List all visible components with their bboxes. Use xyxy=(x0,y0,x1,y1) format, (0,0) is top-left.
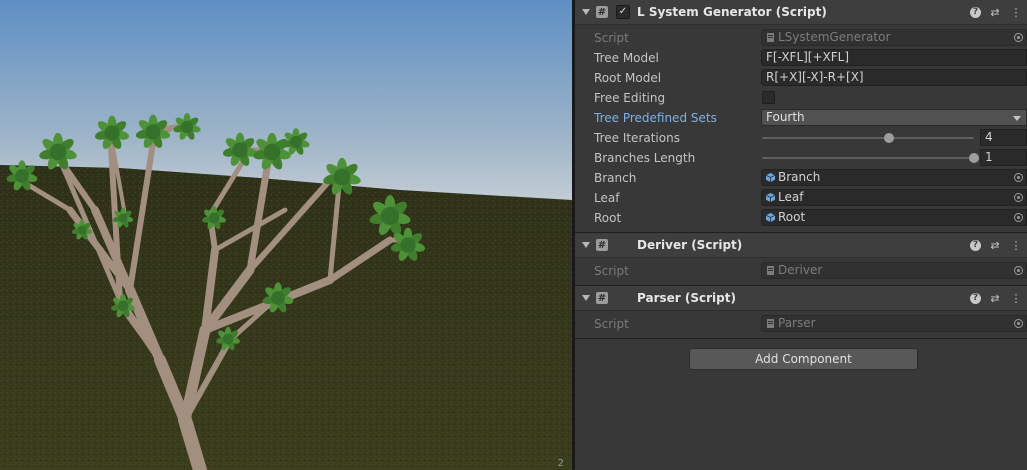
tree-predefined-sets-row: Tree Predefined Sets Fourth xyxy=(575,108,1027,128)
parser-body: Script Parser xyxy=(575,311,1027,338)
help-icon[interactable]: ? xyxy=(970,6,981,18)
free-editing-checkbox[interactable] xyxy=(762,91,775,104)
object-picker-icon[interactable] xyxy=(1014,193,1023,202)
branches-length-slider[interactable] xyxy=(762,153,979,163)
branches-length-row: Branches Length 1 xyxy=(575,148,1027,168)
script-row: Script Deriver xyxy=(575,261,1027,281)
add-component-area: Add Component xyxy=(575,338,1027,379)
branch-label: Branch xyxy=(594,171,637,185)
root-model-label: Root Model xyxy=(594,71,662,85)
lsystem-generator-body: Script LSystemGenerator Tree Model F[-XF… xyxy=(575,25,1027,232)
presets-icon[interactable]: ⇄ xyxy=(988,291,1002,305)
tree-model-input[interactable]: F[-XFL][+XFL] xyxy=(761,49,1027,66)
object-picker-icon[interactable] xyxy=(1014,213,1023,222)
script-row: Script LSystemGenerator xyxy=(575,28,1027,48)
script-file-icon xyxy=(767,266,774,275)
tree-iterations-slider[interactable] xyxy=(762,133,974,143)
free-editing-row: Free Editing xyxy=(575,88,1027,108)
prefab-icon xyxy=(766,213,775,222)
script-field: Deriver xyxy=(761,262,1027,279)
tree-model-row: Tree Model F[-XFL][+XFL] xyxy=(575,48,1027,68)
tree-iterations-value[interactable]: 4 xyxy=(980,129,1027,146)
root-model-row: Root Model R[+X][-X]-R+[X] xyxy=(575,68,1027,88)
leaf-row: Leaf Leaf xyxy=(575,188,1027,208)
tree-iterations-row: Tree Iterations 4 xyxy=(575,128,1027,148)
scene-view[interactable]: 2 xyxy=(0,0,572,470)
script-label: Script xyxy=(594,264,629,278)
script-icon: # xyxy=(596,6,608,18)
root-value: Root xyxy=(778,210,806,224)
component-title: L System Generator (Script) xyxy=(637,5,827,19)
dropdown-selected-value: Fourth xyxy=(766,110,805,124)
branches-length-label: Branches Length xyxy=(594,151,696,165)
slider-thumb[interactable] xyxy=(969,153,979,163)
scene-status-text: 2 xyxy=(557,458,564,469)
script-value: Parser xyxy=(778,316,816,330)
leaf-value: Leaf xyxy=(778,190,804,204)
branch-row: Branch Branch xyxy=(575,168,1027,188)
leaf-object-field[interactable]: Leaf xyxy=(761,189,1027,206)
script-row: Script Parser xyxy=(575,314,1027,334)
script-field: LSystemGenerator xyxy=(761,29,1027,46)
branches-length-value[interactable]: 1 xyxy=(980,149,1027,166)
script-file-icon xyxy=(767,319,774,328)
parser-header[interactable]: # Parser (Script) ? ⇄ ⋮ xyxy=(575,285,1027,311)
branch-value: Branch xyxy=(778,170,821,184)
deriver-header[interactable]: # Deriver (Script) ? ⇄ ⋮ xyxy=(575,232,1027,258)
lsystem-generator-header[interactable]: # ✓ L System Generator (Script) ? ⇄ ⋮ xyxy=(575,0,1027,25)
foldout-arrow-icon[interactable] xyxy=(582,9,590,15)
branch-object-field[interactable]: Branch xyxy=(761,169,1027,186)
component-title: Deriver (Script) xyxy=(637,238,743,252)
root-object-field[interactable]: Root xyxy=(761,209,1027,226)
root-label: Root xyxy=(594,211,622,225)
component-title: Parser (Script) xyxy=(637,291,736,305)
object-picker-icon[interactable] xyxy=(1014,173,1023,182)
help-icon[interactable]: ? xyxy=(970,239,981,251)
script-field: Parser xyxy=(761,315,1027,332)
script-value: Deriver xyxy=(778,263,823,277)
inspector-panel: # ✓ L System Generator (Script) ? ⇄ ⋮ Sc… xyxy=(575,0,1027,470)
help-icon[interactable]: ? xyxy=(970,292,981,304)
script-label: Script xyxy=(594,317,629,331)
object-picker-icon[interactable] xyxy=(1014,319,1023,328)
script-icon: # xyxy=(596,292,608,304)
tree-iterations-label: Tree Iterations xyxy=(594,131,680,145)
kebab-menu-icon[interactable]: ⋮ xyxy=(1009,291,1023,305)
tree-predefined-sets-label: Tree Predefined Sets xyxy=(594,111,717,125)
script-file-icon xyxy=(767,33,774,42)
foldout-arrow-icon[interactable] xyxy=(582,295,590,301)
free-editing-label: Free Editing xyxy=(594,91,666,105)
foldout-arrow-icon[interactable] xyxy=(582,242,590,248)
kebab-menu-icon[interactable]: ⋮ xyxy=(1009,238,1023,252)
leaf-label: Leaf xyxy=(594,191,620,205)
script-icon: # xyxy=(596,239,608,251)
slider-thumb[interactable] xyxy=(884,133,895,143)
deriver-body: Script Deriver xyxy=(575,258,1027,285)
tree-predefined-sets-dropdown[interactable]: Fourth xyxy=(761,109,1027,126)
scene-render xyxy=(0,0,572,470)
tree-model-label: Tree Model xyxy=(594,51,659,65)
add-component-button[interactable]: Add Component xyxy=(689,348,918,370)
presets-icon[interactable]: ⇄ xyxy=(988,5,1002,19)
root-row: Root Root xyxy=(575,208,1027,228)
root-model-input[interactable]: R[+X][-X]-R+[X] xyxy=(761,69,1027,86)
object-picker-icon[interactable] xyxy=(1014,266,1023,275)
prefab-icon xyxy=(766,173,775,182)
component-enabled-checkbox[interactable]: ✓ xyxy=(616,5,630,19)
prefab-icon xyxy=(766,193,775,202)
chevron-down-icon xyxy=(1013,116,1021,121)
object-picker-icon[interactable] xyxy=(1014,33,1023,42)
kebab-menu-icon[interactable]: ⋮ xyxy=(1009,5,1023,19)
presets-icon[interactable]: ⇄ xyxy=(988,238,1002,252)
script-value: LSystemGenerator xyxy=(778,30,891,44)
script-label: Script xyxy=(594,31,629,45)
